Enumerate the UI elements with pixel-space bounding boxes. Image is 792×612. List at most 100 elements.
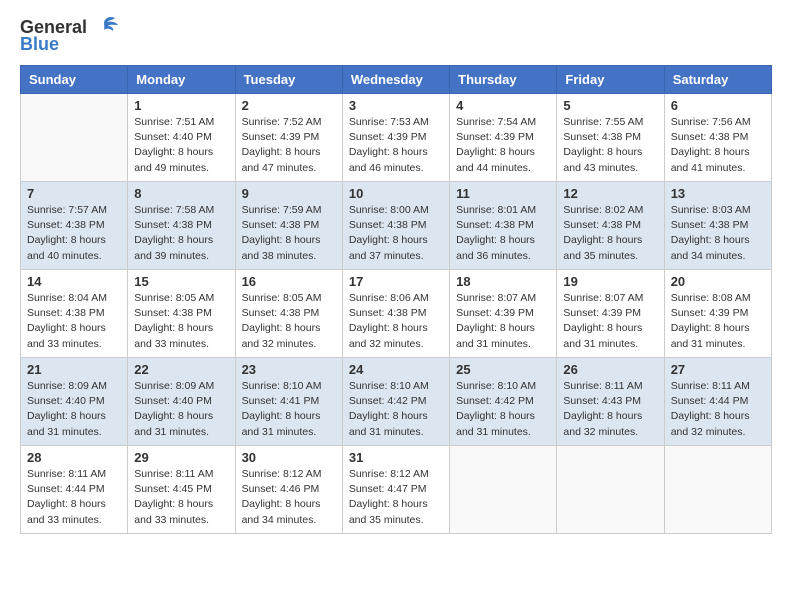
- day-info: Sunrise: 8:05 AMSunset: 4:38 PMDaylight:…: [134, 291, 228, 352]
- calendar-day-cell: 26 Sunrise: 8:11 AMSunset: 4:43 PMDayligh…: [557, 358, 664, 446]
- day-number: 5: [563, 98, 657, 113]
- calendar-week-row: 28Sunrise: 8:11 AMSunset: 4:44 PMDayligh…: [21, 446, 772, 534]
- day-of-week-header: Thursday: [450, 66, 557, 94]
- day-of-week-header: Monday: [128, 66, 235, 94]
- day-number: 19: [563, 274, 657, 289]
- calendar-day-cell: [557, 446, 664, 534]
- day-number: 1: [134, 98, 228, 113]
- day-info: Sunrise: 8:10 AMSunset: 4:41 PMDaylight:…: [242, 379, 336, 440]
- calendar-day-cell: 13 Sunrise: 8:03 AMSunset: 4:38 PMDayligh…: [664, 182, 771, 270]
- calendar-day-cell: 19 Sunrise: 8:07 AMSunset: 4:39 PMDayligh…: [557, 270, 664, 358]
- day-info: Sunrise: 7:51 AMSunset: 4:40 PMDaylight:…: [134, 115, 228, 176]
- calendar-day-cell: 7Sunrise: 7:57 AMSunset: 4:38 PMDaylight…: [21, 182, 128, 270]
- calendar-day-cell: 2 Sunrise: 7:52 AMSunset: 4:39 PMDaylight…: [235, 94, 342, 182]
- day-info: Sunrise: 8:09 AMSunset: 4:40 PMDaylight:…: [27, 379, 121, 440]
- calendar-day-cell: 8Sunrise: 7:58 AMSunset: 4:38 PMDaylight…: [128, 182, 235, 270]
- calendar-body: 1 Sunrise: 7:51 AMSunset: 4:40 PMDaylight…: [21, 94, 772, 534]
- day-info: Sunrise: 8:02 AMSunset: 4:38 PMDaylight:…: [563, 203, 657, 264]
- day-number: 30: [242, 450, 336, 465]
- day-number: 10: [349, 186, 443, 201]
- day-info: Sunrise: 8:11 AMSunset: 4:43 PMDaylight:…: [563, 379, 657, 440]
- calendar-day-cell: 6Sunrise: 7:56 AMSunset: 4:38 PMDaylight…: [664, 94, 771, 182]
- calendar-week-row: 21 Sunrise: 8:09 AMSunset: 4:40 PMDayligh…: [21, 358, 772, 446]
- day-number: 16: [242, 274, 336, 289]
- day-number: 26: [563, 362, 657, 377]
- day-info: Sunrise: 7:53 AMSunset: 4:39 PMDaylight:…: [349, 115, 443, 176]
- day-info: Sunrise: 8:01 AMSunset: 4:38 PMDaylight:…: [456, 203, 550, 264]
- calendar-day-cell: 18 Sunrise: 8:07 AMSunset: 4:39 PMDayligh…: [450, 270, 557, 358]
- day-info: Sunrise: 8:00 AMSunset: 4:38 PMDaylight:…: [349, 203, 443, 264]
- calendar-day-cell: 29 Sunrise: 8:11 AMSunset: 4:45 PMDayligh…: [128, 446, 235, 534]
- day-info: Sunrise: 8:10 AMSunset: 4:42 PMDaylight:…: [456, 379, 550, 440]
- calendar-day-cell: 27 Sunrise: 8:11 AMSunset: 4:44 PMDayligh…: [664, 358, 771, 446]
- logo-blue-text: Blue: [20, 34, 59, 55]
- calendar-day-cell: 24Sunrise: 8:10 AMSunset: 4:42 PMDayligh…: [342, 358, 449, 446]
- page-header: General Blue: [20, 16, 772, 55]
- day-info: Sunrise: 8:07 AMSunset: 4:39 PMDaylight:…: [563, 291, 657, 352]
- calendar-day-cell: 4 Sunrise: 7:54 AMSunset: 4:39 PMDaylight…: [450, 94, 557, 182]
- calendar-day-cell: 15 Sunrise: 8:05 AMSunset: 4:38 PMDayligh…: [128, 270, 235, 358]
- day-number: 25: [456, 362, 550, 377]
- day-info: Sunrise: 7:54 AMSunset: 4:39 PMDaylight:…: [456, 115, 550, 176]
- day-of-week-header: Friday: [557, 66, 664, 94]
- day-number: 31: [349, 450, 443, 465]
- day-of-week-header: Sunday: [21, 66, 128, 94]
- calendar-day-cell: [21, 94, 128, 182]
- calendar-week-row: 14 Sunrise: 8:04 AMSunset: 4:38 PMDayligh…: [21, 270, 772, 358]
- day-number: 17: [349, 274, 443, 289]
- day-info: Sunrise: 7:55 AMSunset: 4:38 PMDaylight:…: [563, 115, 657, 176]
- day-of-week-header: Wednesday: [342, 66, 449, 94]
- calendar-day-cell: 28Sunrise: 8:11 AMSunset: 4:44 PMDayligh…: [21, 446, 128, 534]
- day-info: Sunrise: 8:07 AMSunset: 4:39 PMDaylight:…: [456, 291, 550, 352]
- day-of-week-header: Tuesday: [235, 66, 342, 94]
- calendar-day-cell: 20Sunrise: 8:08 AMSunset: 4:39 PMDayligh…: [664, 270, 771, 358]
- day-number: 8: [134, 186, 228, 201]
- day-number: 12: [563, 186, 657, 201]
- day-info: Sunrise: 8:08 AMSunset: 4:39 PMDaylight:…: [671, 291, 765, 352]
- calendar-day-cell: 3 Sunrise: 7:53 AMSunset: 4:39 PMDaylight…: [342, 94, 449, 182]
- day-number: 3: [349, 98, 443, 113]
- logo-bird-icon: [91, 16, 119, 38]
- calendar-day-cell: 14 Sunrise: 8:04 AMSunset: 4:38 PMDayligh…: [21, 270, 128, 358]
- day-number: 22: [134, 362, 228, 377]
- day-info: Sunrise: 7:52 AMSunset: 4:39 PMDaylight:…: [242, 115, 336, 176]
- day-info: Sunrise: 8:03 AMSunset: 4:38 PMDaylight:…: [671, 203, 765, 264]
- calendar-day-cell: 9 Sunrise: 7:59 AMSunset: 4:38 PMDaylight…: [235, 182, 342, 270]
- calendar-day-cell: [664, 446, 771, 534]
- day-info: Sunrise: 8:04 AMSunset: 4:38 PMDaylight:…: [27, 291, 121, 352]
- calendar-day-cell: 5 Sunrise: 7:55 AMSunset: 4:38 PMDaylight…: [557, 94, 664, 182]
- day-number: 14: [27, 274, 121, 289]
- calendar-week-row: 1 Sunrise: 7:51 AMSunset: 4:40 PMDaylight…: [21, 94, 772, 182]
- day-number: 6: [671, 98, 765, 113]
- day-number: 4: [456, 98, 550, 113]
- calendar-day-cell: 1 Sunrise: 7:51 AMSunset: 4:40 PMDaylight…: [128, 94, 235, 182]
- day-number: 2: [242, 98, 336, 113]
- day-number: 9: [242, 186, 336, 201]
- day-info: Sunrise: 8:11 AMSunset: 4:45 PMDaylight:…: [134, 467, 228, 528]
- day-of-week-header: Saturday: [664, 66, 771, 94]
- calendar-day-cell: 16 Sunrise: 8:05 AMSunset: 4:38 PMDayligh…: [235, 270, 342, 358]
- day-info: Sunrise: 8:05 AMSunset: 4:38 PMDaylight:…: [242, 291, 336, 352]
- logo: General Blue: [20, 16, 119, 55]
- day-number: 23: [242, 362, 336, 377]
- calendar-day-cell: 17Sunrise: 8:06 AMSunset: 4:38 PMDayligh…: [342, 270, 449, 358]
- day-number: 18: [456, 274, 550, 289]
- calendar-week-row: 7Sunrise: 7:57 AMSunset: 4:38 PMDaylight…: [21, 182, 772, 270]
- days-of-week-row: SundayMondayTuesdayWednesdayThursdayFrid…: [21, 66, 772, 94]
- calendar-day-cell: 11Sunrise: 8:01 AMSunset: 4:38 PMDayligh…: [450, 182, 557, 270]
- day-info: Sunrise: 7:59 AMSunset: 4:38 PMDaylight:…: [242, 203, 336, 264]
- calendar-day-cell: 25 Sunrise: 8:10 AMSunset: 4:42 PMDayligh…: [450, 358, 557, 446]
- day-number: 27: [671, 362, 765, 377]
- calendar-day-cell: 22 Sunrise: 8:09 AMSunset: 4:40 PMDayligh…: [128, 358, 235, 446]
- day-number: 29: [134, 450, 228, 465]
- calendar-day-cell: 21 Sunrise: 8:09 AMSunset: 4:40 PMDayligh…: [21, 358, 128, 446]
- day-info: Sunrise: 8:09 AMSunset: 4:40 PMDaylight:…: [134, 379, 228, 440]
- day-number: 15: [134, 274, 228, 289]
- day-info: Sunrise: 8:11 AMSunset: 4:44 PMDaylight:…: [671, 379, 765, 440]
- calendar-day-cell: 10 Sunrise: 8:00 AMSunset: 4:38 PMDayligh…: [342, 182, 449, 270]
- day-number: 21: [27, 362, 121, 377]
- calendar-day-cell: 31Sunrise: 8:12 AMSunset: 4:47 PMDayligh…: [342, 446, 449, 534]
- day-info: Sunrise: 7:57 AMSunset: 4:38 PMDaylight:…: [27, 203, 121, 264]
- day-number: 13: [671, 186, 765, 201]
- day-info: Sunrise: 8:12 AMSunset: 4:46 PMDaylight:…: [242, 467, 336, 528]
